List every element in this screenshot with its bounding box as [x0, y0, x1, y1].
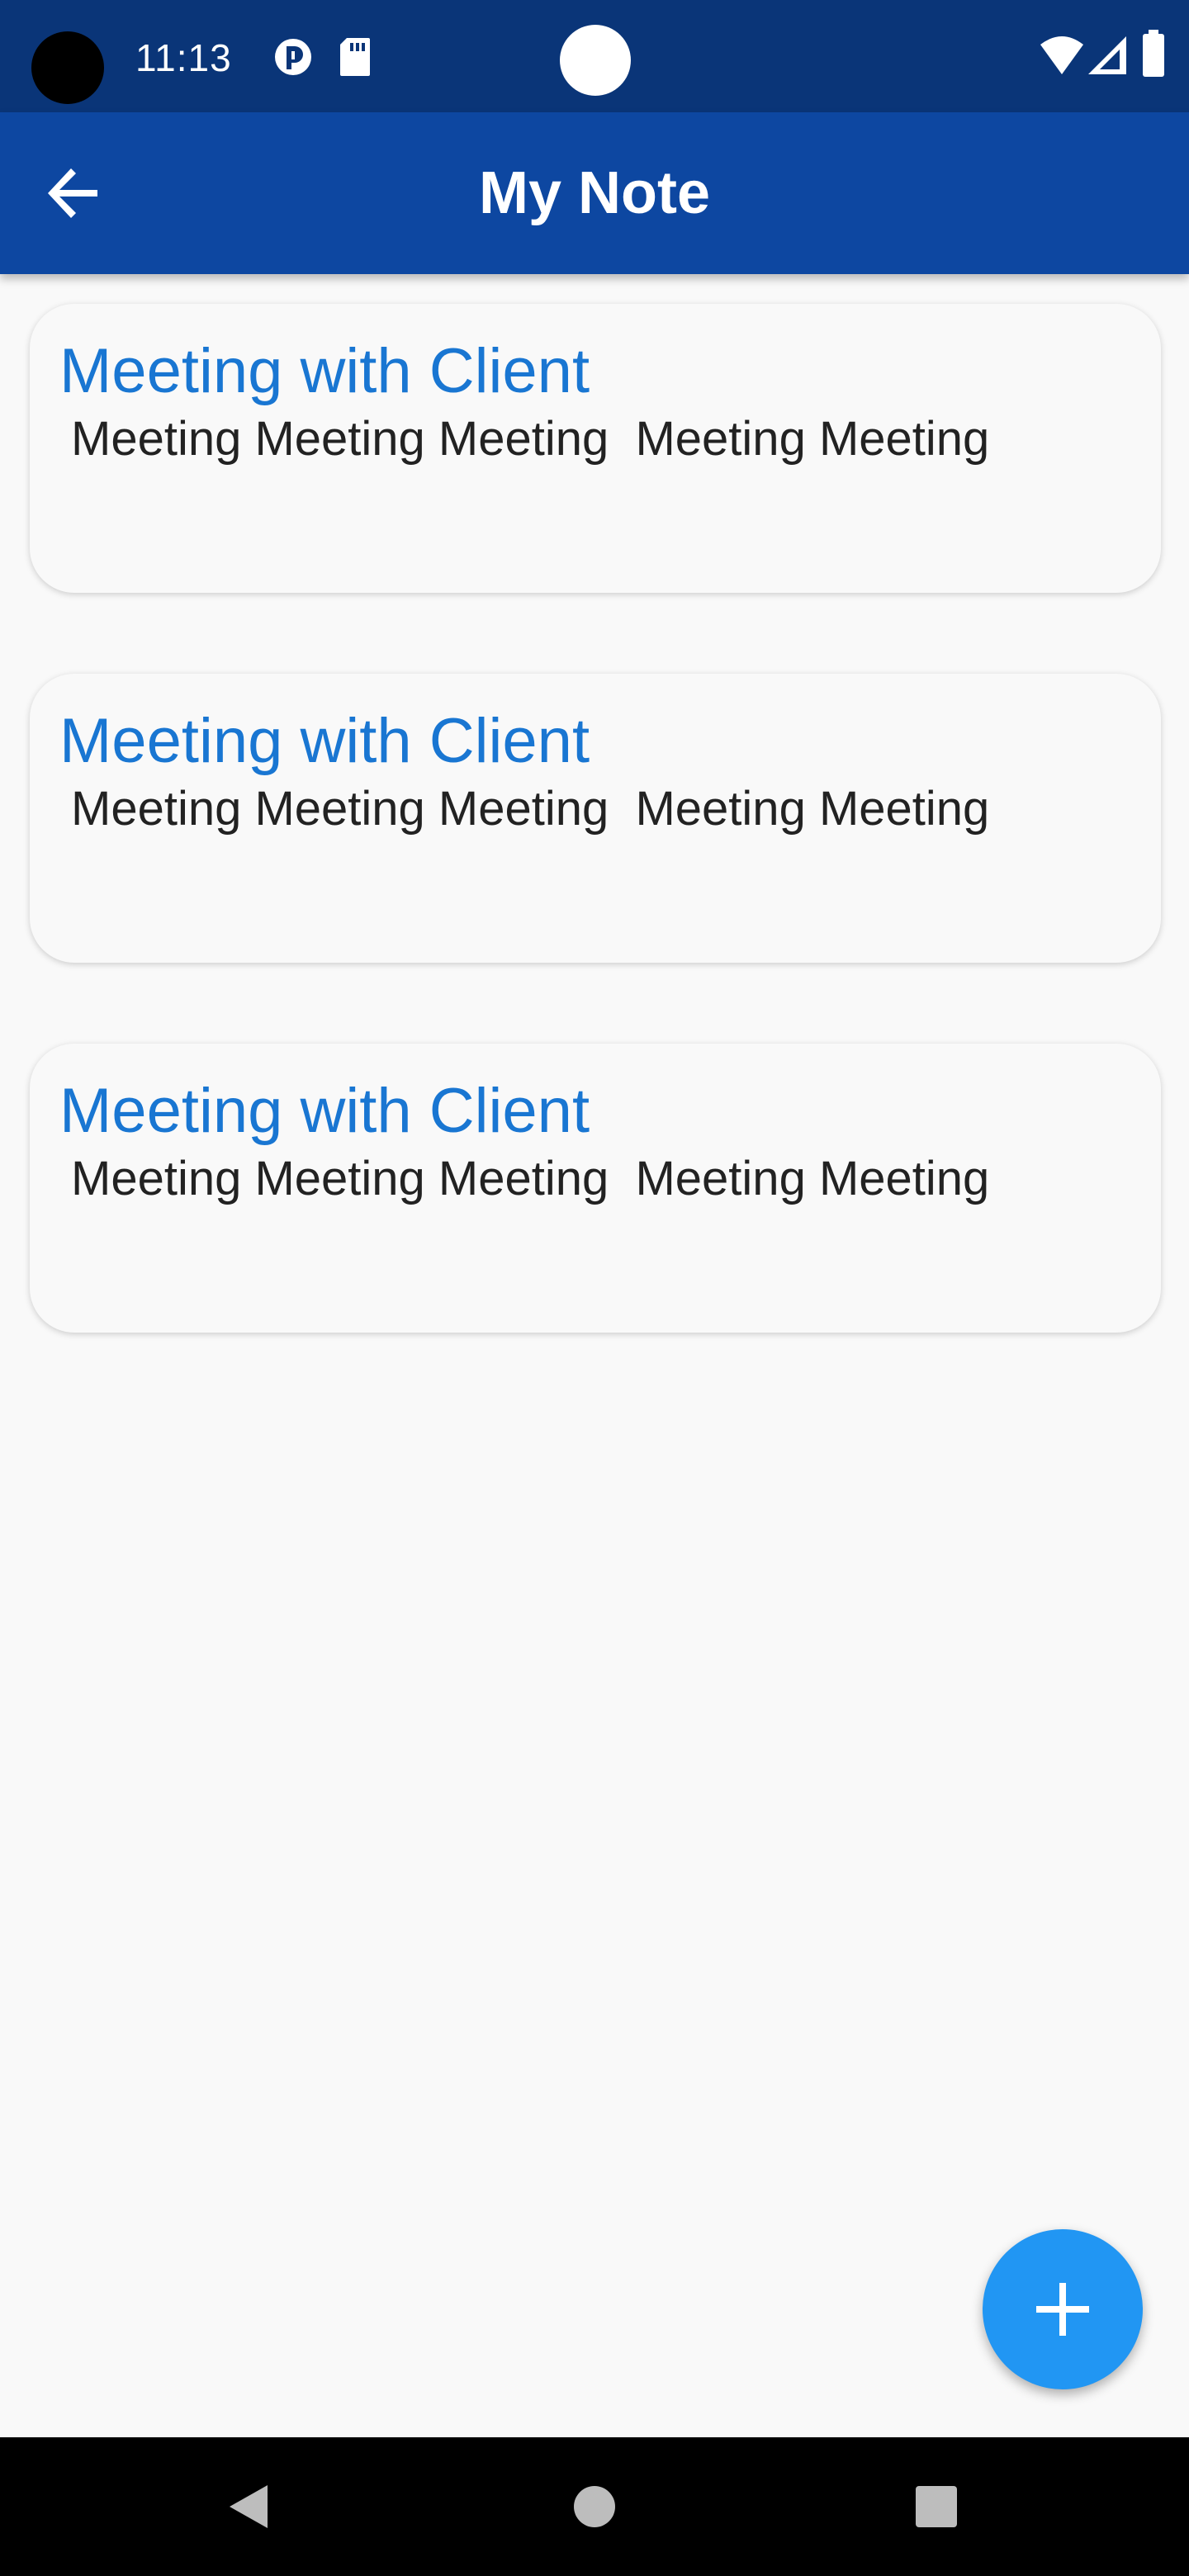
add-note-button[interactable]	[983, 2229, 1143, 2389]
plus-icon	[1036, 2283, 1089, 2336]
nav-back-button[interactable]	[216, 2474, 282, 2540]
note-card[interactable]: Meeting with Client Meeting Meeting Meet…	[30, 1044, 1161, 1333]
app-bar: My Note	[0, 112, 1189, 274]
nav-home-button[interactable]	[561, 2474, 628, 2540]
note-card[interactable]: Meeting with Client Meeting Meeting Meet…	[30, 304, 1161, 593]
nav-recents-button[interactable]	[903, 2474, 969, 2540]
wifi-icon	[1040, 36, 1083, 74]
sd-card-icon	[340, 38, 370, 76]
note-body: Meeting Meeting Meeting Meeting Meeting	[71, 412, 990, 466]
recents-square-icon	[916, 2486, 957, 2527]
notes-list: Meeting with Client Meeting Meeting Meet…	[30, 304, 1161, 1413]
note-title: Meeting with Client	[59, 706, 590, 776]
page-title: My Note	[478, 160, 711, 226]
back-triangle-icon	[230, 2485, 268, 2528]
sync-icon	[275, 39, 311, 75]
home-circle-icon	[574, 2486, 615, 2527]
camera-cutout	[31, 31, 104, 104]
note-body: Meeting Meeting Meeting Meeting Meeting	[71, 782, 990, 836]
note-title: Meeting with Client	[59, 336, 590, 406]
battery-icon	[1143, 30, 1164, 77]
note-body: Meeting Meeting Meeting Meeting Meeting	[71, 1152, 990, 1205]
note-card[interactable]: Meeting with Client Meeting Meeting Meet…	[30, 674, 1161, 963]
status-bar: 11:13	[0, 0, 1189, 112]
system-nav-bar	[0, 2437, 1189, 2576]
signal-icon	[1088, 36, 1126, 74]
note-title: Meeting with Client	[59, 1076, 590, 1146]
front-sensor-dot	[560, 25, 631, 96]
status-time: 11:13	[135, 36, 232, 79]
